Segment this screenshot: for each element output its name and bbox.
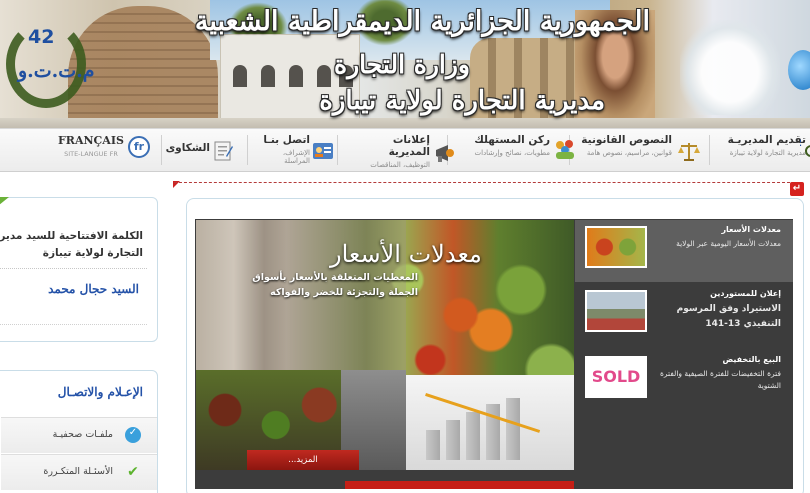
sold-badge-image: SOLD xyxy=(585,356,647,398)
nav-item-consumer-corner[interactable]: ركن المستهلك مطويات، نصائح وإرشادات xyxy=(458,134,578,168)
directorate-title: مديرية التجارة لولاية تيبازة xyxy=(319,86,605,116)
thumb-image xyxy=(585,226,647,268)
nav-item-french[interactable]: FRANÇAIS SITE-LANGUE FR fr xyxy=(58,134,150,168)
nav-item-presentation[interactable]: 42 تقديم المديريـة مديرية التجارة لولاية… xyxy=(720,134,810,168)
thumb-title: البيع بالتخفيض xyxy=(722,355,781,364)
thumb-sales[interactable]: SOLD البيع بالتخفيض فترة التخفيضات للفتر… xyxy=(575,350,793,412)
globe-icon xyxy=(788,50,810,90)
thumb-image xyxy=(585,290,647,332)
algeria-map-image xyxy=(680,20,780,115)
thumb-desc: معدلات الأسعار اليومية عبر الولاية xyxy=(676,239,781,248)
notepad-icon xyxy=(212,140,234,162)
logo-number: 42 xyxy=(28,26,55,48)
header-banner: 42 م.ت.ت.و الجمهورية الجزائرية الديمقراط… xyxy=(0,0,810,128)
nav-label: الشكاوى xyxy=(165,142,210,154)
nav-label: النصوص القانونية xyxy=(581,134,672,146)
page-root: 42 م.ت.ت.و الجمهورية الجزائرية الديمقراط… xyxy=(0,0,810,493)
media-title: الإعـلام والاتصـال xyxy=(57,385,143,399)
media-box: الإعـلام والاتصـال ✓ ملفـات صحفيـة ✔ الأ… xyxy=(0,370,158,493)
thumb-desc: فترة التخفيضات للفترة الصيفية والفترة ال… xyxy=(659,369,781,390)
presentation-icon: 42 xyxy=(788,136,810,158)
thumb-desc: الاستيراد وفق المرسوم التنفيذي 13-141 xyxy=(676,304,781,329)
nav-label: ركن المستهلك xyxy=(474,134,550,146)
main-nav: 42 تقديم المديريـة مديرية التجارة لولاية… xyxy=(0,128,810,172)
slide-title: معدلات الأسعار xyxy=(330,240,482,268)
contact-card-icon xyxy=(312,140,334,162)
slider-thumbnails: معدلات الأسعار معدلات الأسعار اليومية عب… xyxy=(575,220,793,470)
director-name[interactable]: السيد حجال محمد xyxy=(48,282,139,296)
nav-sublabel: مديرية التجارة لولاية تيبازة xyxy=(729,149,806,157)
nav-label: إعلانات المديرية xyxy=(388,134,430,158)
thumb-title: إعلان للمستوردين xyxy=(710,289,781,298)
thumb-title: معدلات الأسعار xyxy=(721,225,781,234)
media-item-label: الأسئـلة المتكـررة xyxy=(43,466,113,477)
nav-sublabel: الإشراف، المراسلة xyxy=(282,149,310,165)
nav-label: اتصل بنـا xyxy=(263,134,310,146)
people-icon xyxy=(554,138,576,160)
french-label: FRANÇAIS xyxy=(58,134,124,147)
thumb-prices[interactable]: معدلات الأسعار معدلات الأسعار اليومية عب… xyxy=(575,220,793,282)
slide-description: المعطيات المتعلقة بالأسعار بأسواق الجملة… xyxy=(252,272,418,298)
welcome-box: الكلمة الافتتاحية للسيد مدير التجارة لول… xyxy=(0,197,158,342)
content-separator xyxy=(174,182,790,183)
nav-item-announcements[interactable]: إعلانات المديرية التوظيف، المناقصات xyxy=(348,134,458,169)
green-corner-icon xyxy=(0,197,9,205)
media-item-press-files[interactable]: ✓ ملفـات صحفيـة xyxy=(1,417,157,453)
check-green-icon: ✔ xyxy=(127,464,139,480)
media-item-faq[interactable]: ✔ الأسئـلة المتكـررة xyxy=(1,454,157,490)
svg-text:42: 42 xyxy=(800,138,802,149)
read-more-button[interactable]: المزيد... xyxy=(247,450,359,470)
scales-icon xyxy=(678,140,700,162)
check-blue-icon: ✓ xyxy=(125,427,141,443)
french-sublabel: SITE-LANGUE FR xyxy=(64,150,118,158)
nav-sublabel: التوظيف، المناقصات xyxy=(370,161,430,169)
thumb-importers[interactable]: إعلان للمستوردين الاستيراد وفق المرسوم ا… xyxy=(575,284,793,346)
nav-sublabel: مطويات، نصائح وإرشادات xyxy=(474,149,550,157)
republic-title: الجمهورية الجزائرية الديمقراطية الشعبية xyxy=(194,6,650,37)
french-flag-icon: fr xyxy=(128,136,150,158)
slide-progress-bar xyxy=(345,481,574,489)
media-item-label: ملفـات صحفيـة xyxy=(52,429,113,440)
megaphone-icon xyxy=(434,142,456,164)
nav-item-contact[interactable]: اتصل بنـا الإشراف، المراسلة xyxy=(256,134,336,168)
nav-item-complaints[interactable]: الشكاوى xyxy=(165,134,234,168)
nav-sublabel: قوانين، مراسيم، نصوص هامة xyxy=(586,149,672,157)
nav-item-legal-texts[interactable]: النصوص القانونية قوانين، مراسيم، نصوص ها… xyxy=(576,134,700,168)
price-chart-image xyxy=(406,375,574,470)
logo-text: م.ت.ت.و xyxy=(18,60,96,82)
ministry-logo[interactable]: 42 م.ت.ت.و xyxy=(6,20,96,108)
return-arrow-icon[interactable]: ↵ xyxy=(790,182,804,196)
welcome-link[interactable]: الكلمة الافتتاحية للسيد مدير التجارة لول… xyxy=(0,228,143,262)
ministry-title: وزارة التجارة xyxy=(334,50,470,79)
nav-label: تقديم المديريـة xyxy=(727,134,806,146)
